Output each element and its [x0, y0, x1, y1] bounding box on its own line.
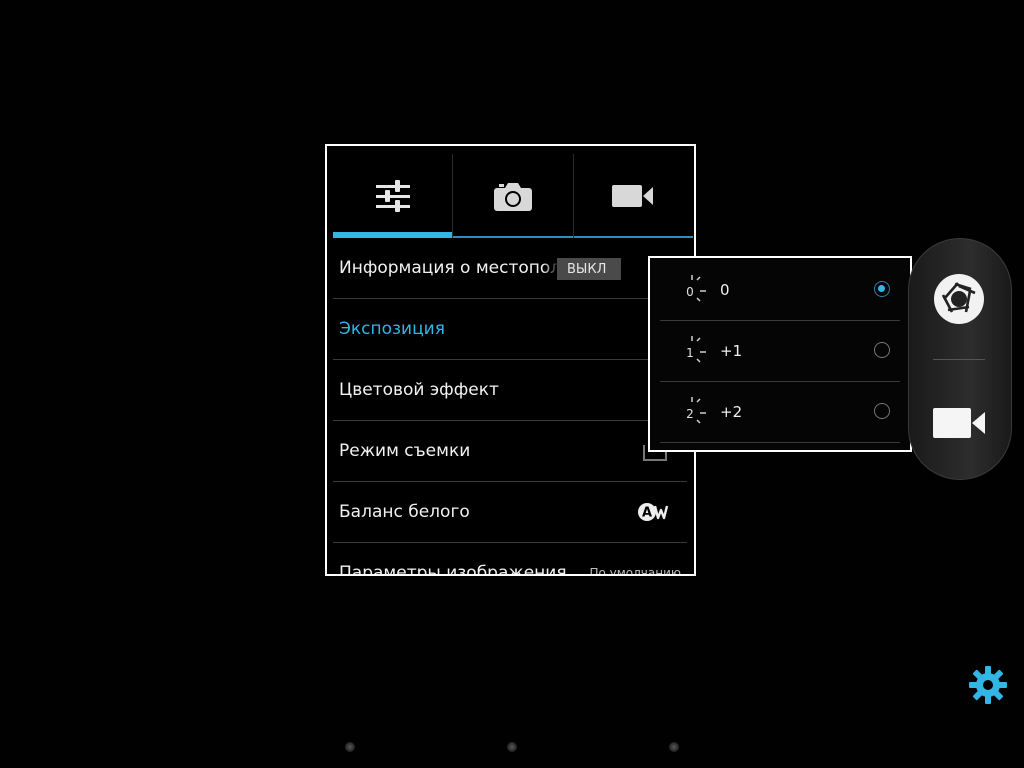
camera-viewfinder[interactable]: Информация о местопол ВЫКЛ Экспозиция Цв… [0, 0, 1024, 768]
setting-label: Цветовой эффект [339, 380, 499, 400]
nav-back-button[interactable] [345, 742, 355, 752]
exposure-digit: 1 [686, 346, 694, 360]
shutter-button[interactable] [931, 271, 987, 331]
video-mode-button[interactable] [931, 405, 987, 445]
tab-general-settings[interactable] [333, 154, 453, 238]
settings-panel: Информация о местопол ВЫКЛ Экспозиция Цв… [325, 144, 696, 576]
exposure-option-plus-1[interactable]: 1 +1 [660, 321, 900, 382]
exposure-option-plus-2[interactable]: 2 +2 [660, 382, 900, 443]
svg-text:A: A [642, 506, 652, 521]
video-camera-icon [612, 185, 654, 207]
setting-value: По умолчанию [589, 566, 681, 576]
sliders-icon [375, 180, 410, 212]
toggle-label: ВЫКЛ [567, 261, 607, 277]
setting-scene-mode[interactable]: Режим съемки [333, 421, 687, 482]
setting-label: Экспозиция [339, 319, 445, 339]
mode-switcher [908, 238, 1012, 480]
exposure-label: +2 [720, 403, 743, 421]
tab-camera-settings[interactable] [452, 154, 573, 238]
switch-divider [933, 359, 985, 360]
setting-location-info[interactable]: Информация о местопол ВЫКЛ [333, 238, 687, 299]
exposure-label: +1 [720, 342, 743, 360]
tab-video-settings[interactable] [572, 154, 693, 238]
radio-button[interactable] [874, 281, 890, 297]
setting-image-params[interactable]: Параметры изображения По умолчанию [333, 543, 687, 576]
setting-label: Информация о местопол [339, 258, 562, 278]
exposure-digit: 0 [686, 285, 694, 299]
setting-label: Баланс белого [339, 502, 470, 522]
exposure-digit: 2 [686, 407, 694, 421]
nav-home-button[interactable] [507, 742, 517, 752]
settings-tabs [333, 154, 693, 238]
radio-button[interactable] [874, 403, 890, 419]
camera-icon [493, 183, 532, 211]
settings-button[interactable] [968, 665, 1008, 709]
gear-icon [969, 666, 1007, 704]
setting-color-effect[interactable]: Цветовой эффект [333, 360, 687, 421]
setting-white-balance[interactable]: Баланс белого A [333, 482, 687, 543]
exposure-icon: 1 [686, 336, 706, 363]
video-camera-icon [933, 408, 985, 438]
setting-label: Параметры изображения [339, 563, 567, 576]
shutter-icon [934, 274, 984, 324]
exposure-icon: 0 [686, 275, 706, 302]
auto-white-balance-icon: A [638, 503, 669, 521]
location-toggle[interactable]: ВЫКЛ [557, 258, 621, 280]
nav-recents-button[interactable] [669, 742, 679, 752]
exposure-icon: 2 [686, 397, 706, 424]
exposure-option-0[interactable]: 0 0 [660, 260, 900, 321]
setting-label: Режим съемки [339, 441, 471, 461]
settings-list: Информация о местопол ВЫКЛ Экспозиция Цв… [333, 238, 687, 576]
exposure-popup: 0 0 1 +1 2 +2 [648, 256, 912, 452]
setting-exposure[interactable]: Экспозиция [333, 299, 687, 360]
radio-button[interactable] [874, 342, 890, 358]
exposure-label: 0 [720, 281, 730, 299]
